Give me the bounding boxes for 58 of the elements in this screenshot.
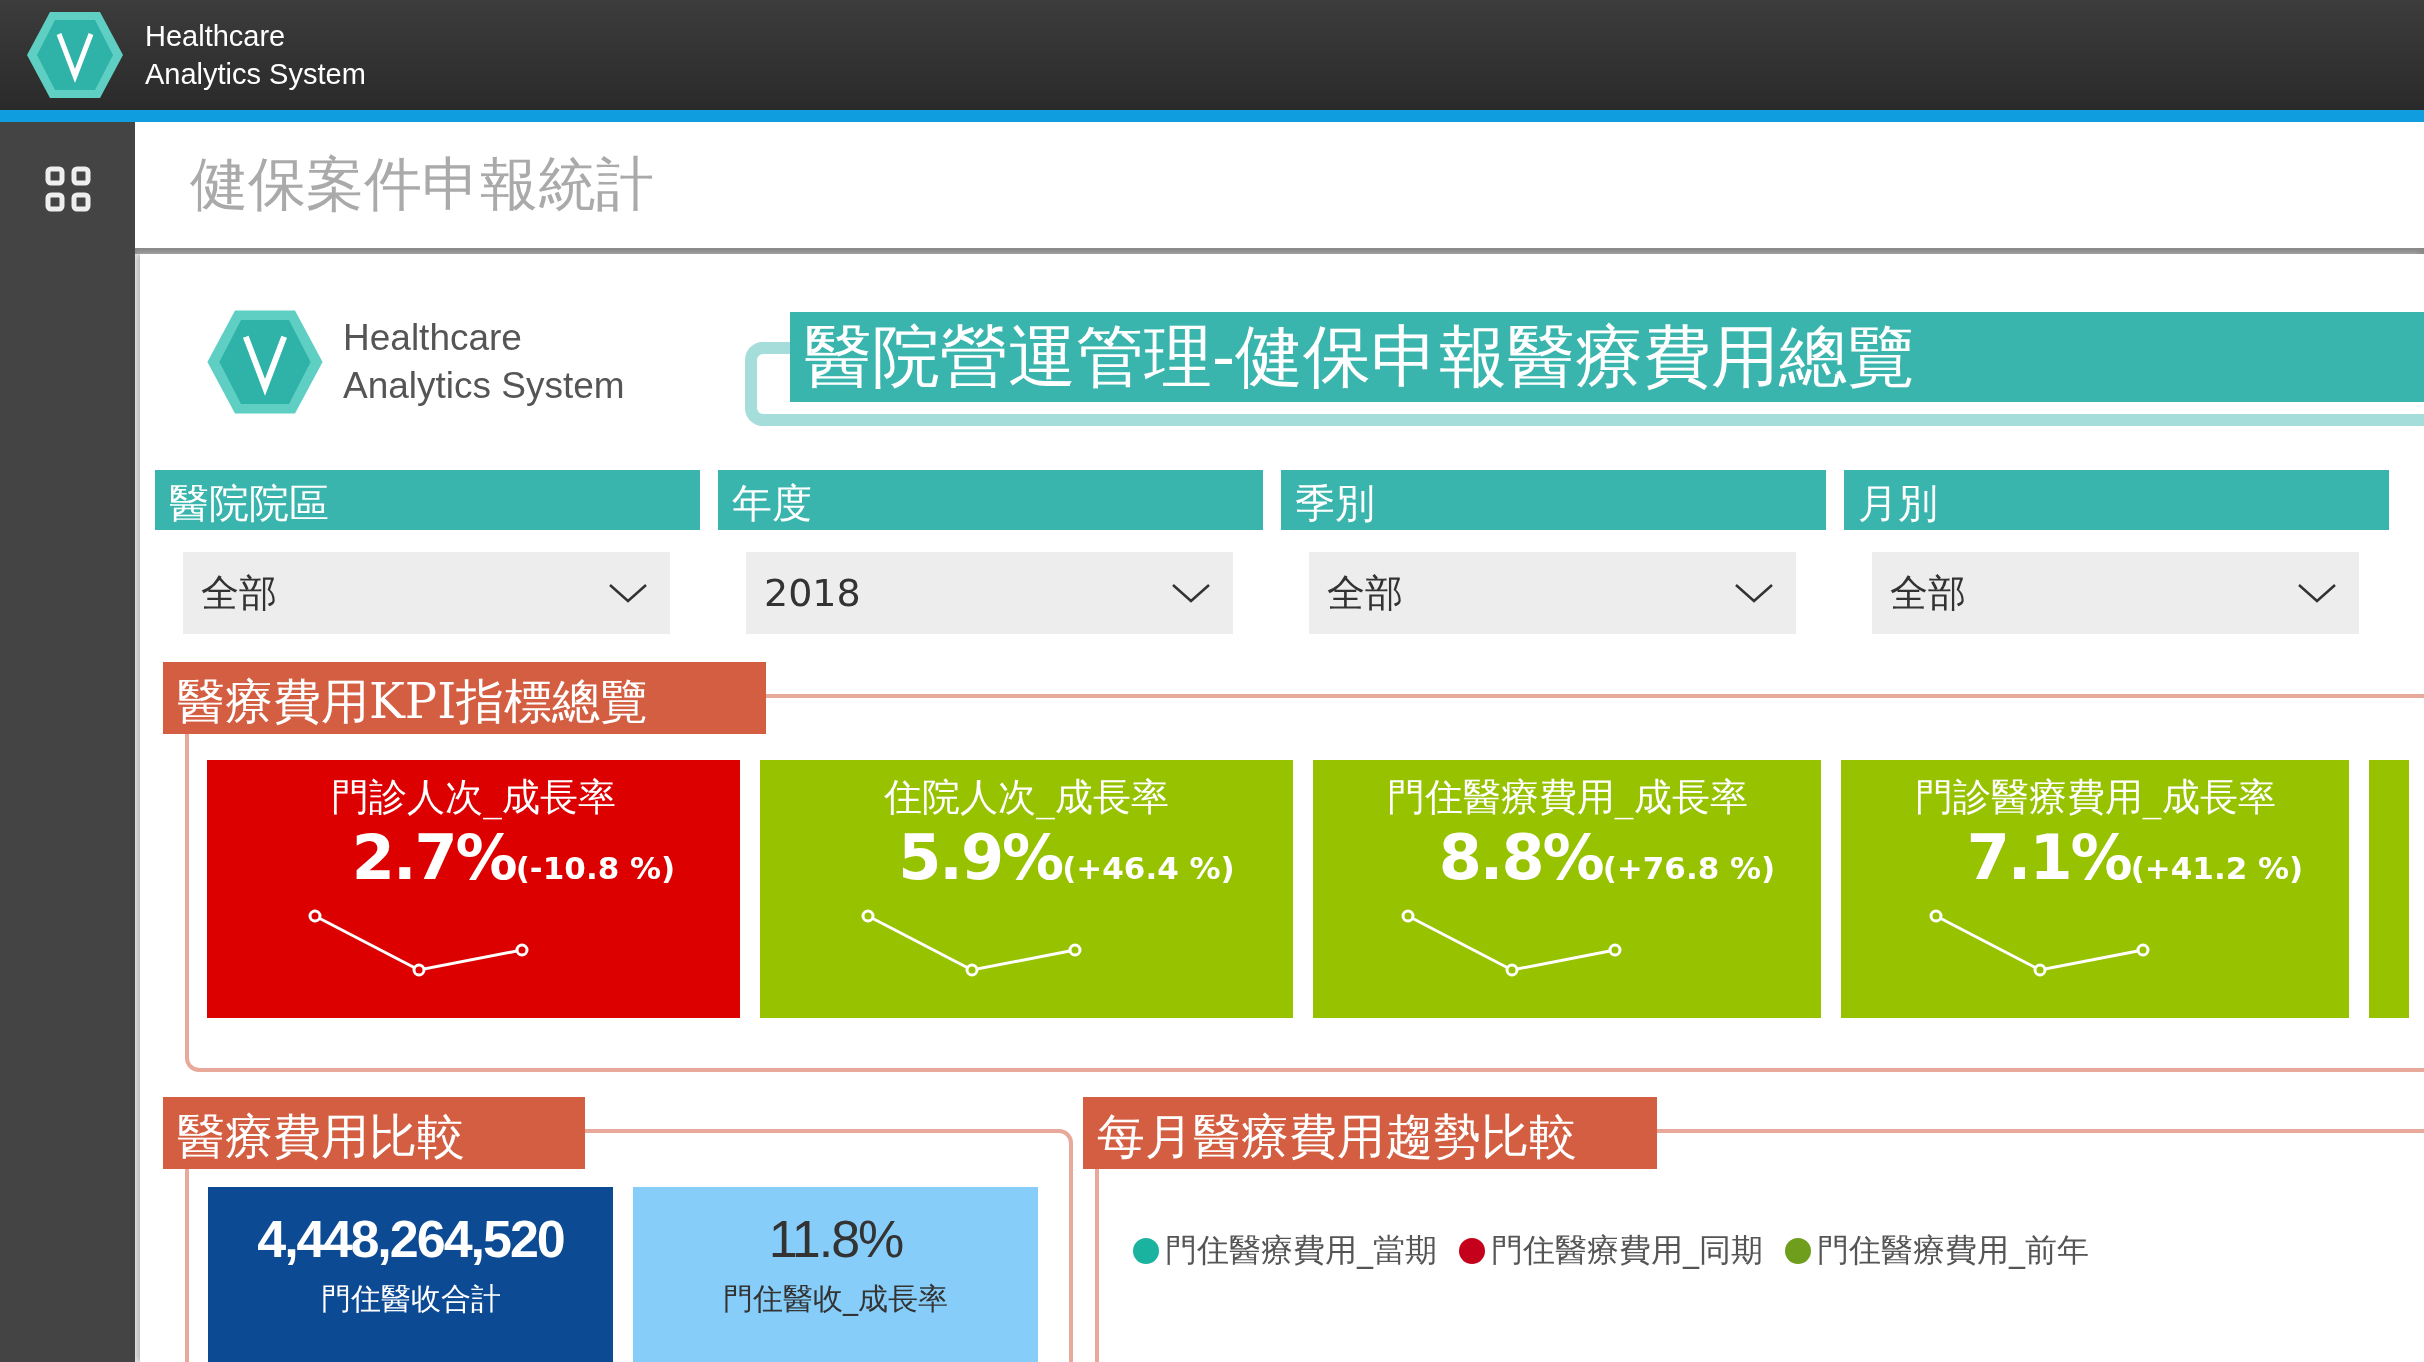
dropdown-value: 全部 (1327, 569, 1403, 617)
sparkline-point (965, 963, 978, 977)
dropdown-value: 全部 (201, 569, 277, 617)
logo-text: Healthcare (343, 316, 523, 360)
chevron-down-icon (1171, 582, 1211, 604)
section-header: 醫療費用KPI指標總覽 (163, 662, 767, 734)
sparkline-point (1505, 963, 1519, 977)
dropdown[interactable]: 全部 (183, 552, 670, 634)
filter-label: 月別 (1844, 470, 2389, 530)
dropdown[interactable]: 全部 (1309, 552, 1796, 634)
report-title-banner: 醫院營運管理-健保申報醫療費用總覽 (790, 312, 2424, 402)
legend-label: 門住醫療費用_當期 (1165, 1230, 1437, 1271)
section-header: 每月醫療費用趨勢比較 (1083, 1097, 1657, 1169)
kpi-title: 門診醫療費用_成長率 (1914, 774, 2276, 822)
section-header: 醫療費用比較 (163, 1097, 585, 1169)
chevron-down-icon (2297, 582, 2337, 604)
dropdown-value: 2018 (764, 571, 861, 615)
sparkline-point (1401, 909, 1415, 923)
filter-label: 年度 (718, 470, 1263, 530)
hexagon-logo-icon (205, 307, 325, 417)
legend-label: 門住醫療費用_前年 (1817, 1230, 2089, 1271)
kpi-value: 7.1% (1966, 821, 2131, 894)
logo-text: Analytics System (343, 364, 625, 408)
kpi-value: 2.7% (351, 821, 516, 894)
sparkline-point (1068, 943, 1081, 957)
filter-label: 季別 (1281, 470, 1826, 530)
kpi-title: 門住醫療費用_成長率 (1386, 774, 1748, 822)
sparkline-point (1608, 943, 1622, 957)
brand-name: Analytics System (145, 57, 366, 92)
sparkline-point (515, 943, 528, 957)
sparkline-point (861, 909, 874, 923)
sparkline-point (2033, 963, 2047, 977)
dropdown[interactable]: 全部 (1872, 552, 2359, 634)
dropdown[interactable]: 2018 (746, 552, 1233, 634)
kpi-change: (+46.4 %) (1062, 850, 1235, 886)
sparkline-point (2136, 943, 2150, 957)
legend-label: 門住醫療費用_同期 (1491, 1230, 1763, 1271)
filter-label: 醫院院區 (155, 470, 700, 530)
sparkline-point (308, 909, 321, 923)
kpi-title: 門診人次_成長率 (331, 774, 616, 822)
chevron-down-icon (608, 582, 648, 604)
metric-label: 門住醫收合計 (320, 1280, 501, 1318)
kpi-change: (+76.8 %) (1602, 850, 1776, 886)
sparkline-point (412, 963, 425, 977)
metric-value: 11.8% (768, 1209, 903, 1269)
kpi-value: 8.8% (1438, 821, 1603, 894)
metric-value: 4,448,264,520 (257, 1209, 564, 1269)
dropdown-value: 全部 (1890, 569, 1966, 617)
kpi-change: (-10.8 %) (515, 850, 676, 886)
kpi-value: 5.9% (898, 821, 1063, 894)
metric-label: 門住醫收_成長率 (723, 1280, 948, 1318)
page-title: 健保案件申報統計 (190, 149, 654, 220)
sparkline-point (1929, 909, 1943, 923)
kpi-title: 住院人次_成長率 (884, 774, 1169, 822)
hexagon-logo-icon (25, 9, 125, 101)
brand-name: Healthcare (145, 19, 287, 54)
kpi-change: (+41.2 %) (2130, 850, 2304, 886)
chevron-down-icon (1734, 582, 1774, 604)
